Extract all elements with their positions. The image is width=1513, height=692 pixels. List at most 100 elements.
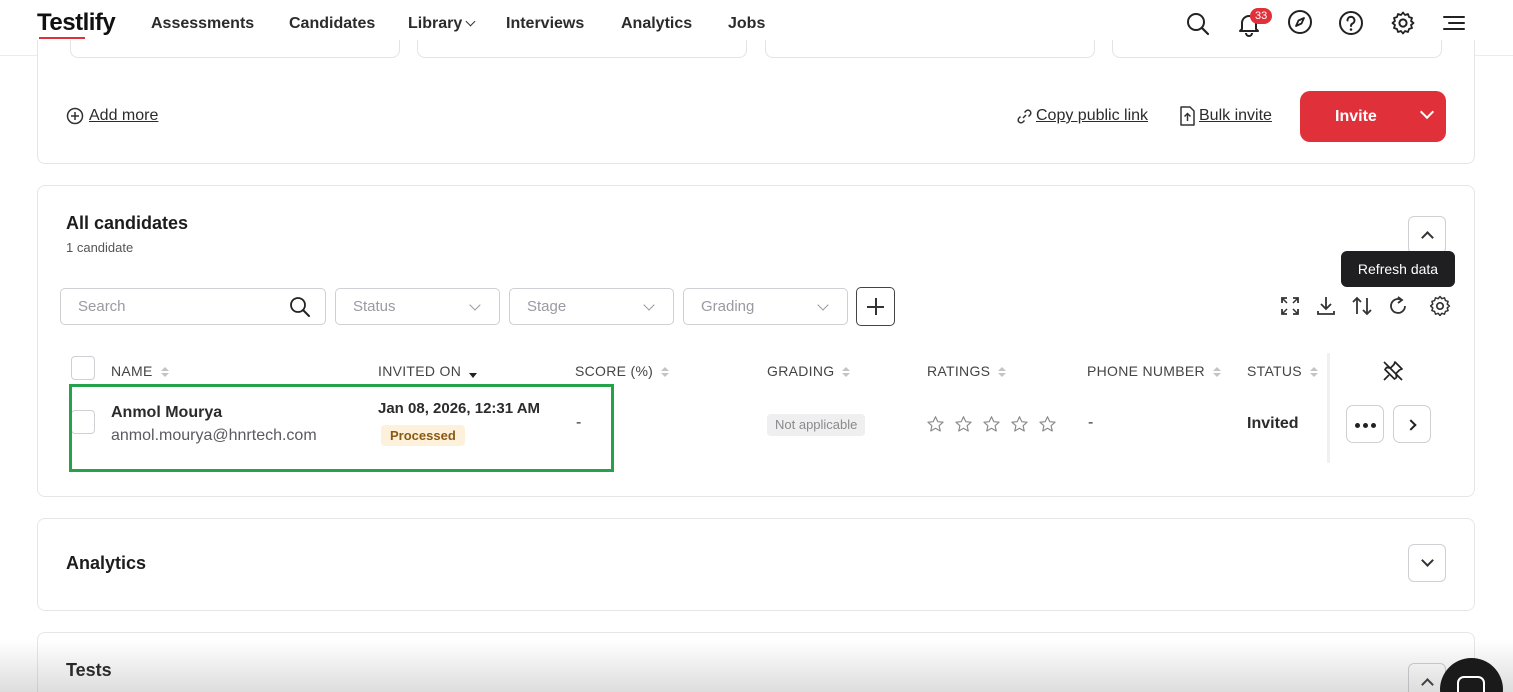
star-icon[interactable] (982, 415, 1001, 434)
testlify-logo[interactable]: Testlify (37, 9, 116, 39)
add-more-link[interactable]: Add more (89, 107, 158, 125)
candidate-count: 1 candidate (66, 240, 134, 255)
column-header-grading[interactable]: GRADING (767, 363, 851, 379)
chevron-down-icon (817, 299, 829, 311)
column-header-label: STATUS (1247, 363, 1302, 379)
column-header-phone[interactable]: PHONE NUMBER (1087, 363, 1221, 379)
notification-count-badge: 33 (1250, 8, 1273, 24)
nav-library-label: Library (408, 15, 463, 32)
column-header-name[interactable]: NAME (111, 363, 169, 379)
star-icon[interactable] (1010, 415, 1029, 434)
dot (1355, 423, 1360, 428)
column-header-invited-on[interactable]: INVITED ON (378, 363, 478, 379)
column-header-ratings[interactable]: RATINGS (927, 363, 1007, 379)
status-value: Invited (1247, 415, 1299, 432)
invite-button-label: Invite (1335, 108, 1377, 125)
unpin-icon[interactable] (1381, 359, 1405, 383)
chevron-down-icon (643, 299, 655, 311)
processed-badge: Processed (381, 425, 465, 446)
sort-icon (1309, 367, 1318, 377)
sort-icon[interactable] (1350, 294, 1374, 318)
chevron-right-icon (1405, 419, 1417, 431)
refresh-icon[interactable] (1386, 294, 1410, 318)
invite-field-stub[interactable] (1112, 40, 1442, 58)
invite-field-stub[interactable] (70, 40, 400, 58)
copy-public-link[interactable]: Copy public link (1036, 107, 1148, 125)
logo-text: Testlify (37, 9, 116, 36)
chevron-down-icon[interactable] (1419, 104, 1435, 120)
nav-jobs[interactable]: Jobs (728, 15, 765, 33)
star-icon[interactable] (926, 415, 945, 434)
expand-analytics-button[interactable] (1408, 544, 1446, 582)
stage-filter-label: Stage (527, 298, 567, 315)
upload-file-icon (1180, 106, 1195, 126)
add-circle-icon (66, 107, 84, 125)
collapse-candidates-button[interactable] (1408, 216, 1446, 254)
invited-on-date: Jan 08, 2026, 12:31 AM (378, 400, 541, 417)
nav-candidates[interactable]: Candidates (289, 15, 375, 33)
rating-stars[interactable] (926, 415, 1057, 434)
bulk-invite-link[interactable]: Bulk invite (1199, 107, 1272, 125)
compass-icon[interactable] (1286, 10, 1314, 38)
grading-filter-select[interactable]: Grading (683, 288, 848, 325)
open-candidate-button[interactable] (1393, 405, 1431, 443)
star-icon[interactable] (954, 415, 973, 434)
chevron-down-icon (1421, 554, 1434, 567)
analytics-title: Analytics (66, 553, 147, 573)
sort-icon (998, 367, 1007, 377)
search-input[interactable]: Search (60, 288, 326, 325)
column-header-label: SCORE (%) (575, 363, 654, 379)
invite-card (37, 40, 1475, 164)
link-icon (1017, 109, 1032, 124)
stage-filter-select[interactable]: Stage (509, 288, 674, 325)
search-icon[interactable] (1184, 10, 1212, 38)
section-title: All candidates (66, 213, 189, 233)
download-icon[interactable] (1314, 294, 1338, 318)
dot (1363, 423, 1368, 428)
table-settings-icon[interactable] (1428, 294, 1452, 318)
select-all-checkbox[interactable] (71, 356, 95, 380)
grading-badge: Not applicable (767, 414, 866, 436)
row-checkbox[interactable] (71, 410, 95, 434)
column-header-label: GRADING (767, 363, 835, 379)
more-options-button[interactable] (1346, 405, 1384, 443)
nav-library[interactable]: Library (408, 15, 476, 33)
status-filter-select[interactable]: Status (335, 288, 500, 325)
sort-icon (1212, 367, 1221, 377)
candidate-name[interactable]: Anmol Mourya (111, 404, 222, 422)
sort-icon (842, 367, 851, 377)
chat-icon (1457, 676, 1485, 692)
sort-icon (160, 367, 169, 377)
chevron-up-icon (1421, 678, 1434, 691)
expand-icon[interactable] (1278, 294, 1302, 318)
menu-icon[interactable] (1440, 10, 1468, 38)
pinned-column-divider (1327, 353, 1330, 463)
invite-button[interactable]: Invite (1300, 91, 1446, 142)
analytics-card (37, 518, 1475, 611)
column-header-label: PHONE NUMBER (1087, 363, 1205, 379)
column-header-score[interactable]: SCORE (%) (575, 363, 670, 379)
chevron-down-icon (465, 16, 476, 27)
invite-field-stub[interactable] (765, 40, 1095, 58)
nav-interviews[interactable]: Interviews (506, 15, 584, 33)
chevron-up-icon (1421, 231, 1434, 244)
add-filter-button[interactable] (856, 287, 895, 326)
dot (1371, 423, 1376, 428)
nav-analytics[interactable]: Analytics (621, 15, 692, 33)
status-filter-label: Status (353, 298, 396, 315)
invite-field-stub[interactable] (417, 40, 747, 58)
nav-assessments[interactable]: Assessments (151, 15, 254, 33)
tests-title: Tests (66, 660, 112, 680)
phone-value: - (1088, 414, 1094, 431)
column-header-label: INVITED ON (378, 363, 462, 379)
star-icon[interactable] (1038, 415, 1057, 434)
all-candidates-card (37, 185, 1475, 497)
search-icon[interactable] (288, 295, 312, 319)
help-icon[interactable] (1337, 10, 1365, 38)
column-header-label: NAME (111, 363, 153, 379)
score-value: - (576, 414, 582, 431)
sort-icon (661, 367, 670, 377)
column-header-status[interactable]: STATUS (1247, 363, 1318, 379)
gear-icon[interactable] (1389, 10, 1417, 38)
logo-underline (39, 37, 85, 39)
